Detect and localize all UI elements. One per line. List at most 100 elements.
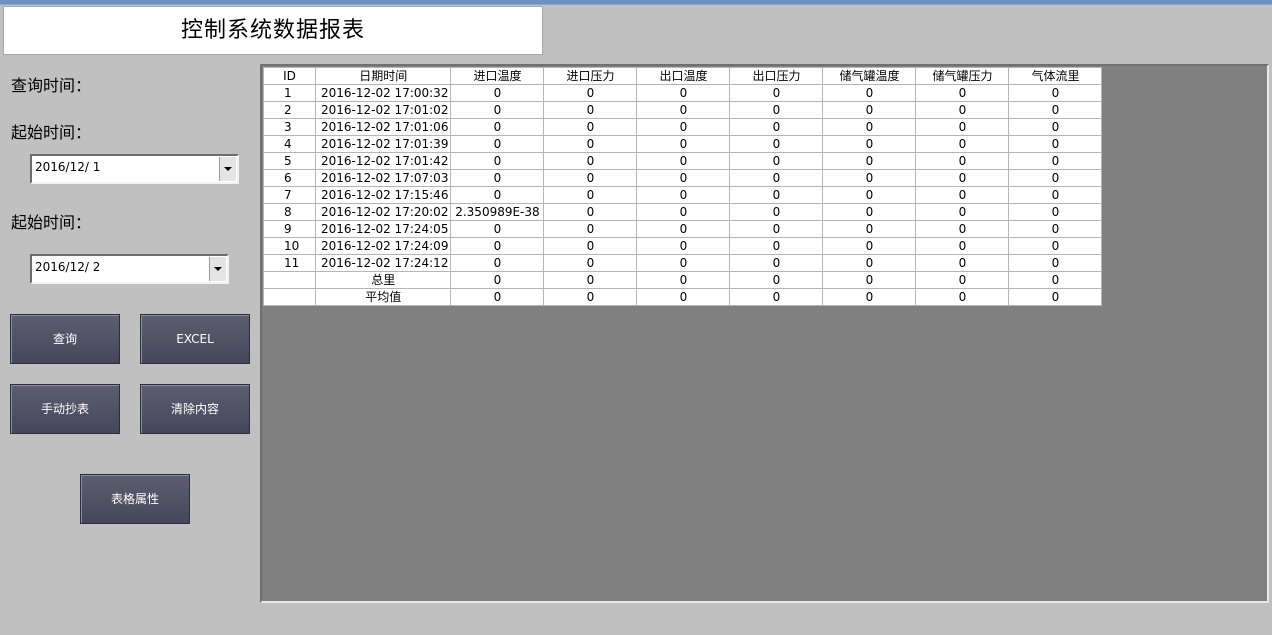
table-cell: 2016-12-02 17:01:06	[314, 118, 452, 136]
table-cell: 0	[543, 152, 638, 170]
table-row[interactable]: 6 2016-12-02 17:07:03 0 0 0 0 0 0 0	[263, 169, 1103, 187]
table-cell: 0	[729, 254, 824, 272]
table-cell: 0	[1008, 118, 1103, 136]
table-cell: 0	[543, 135, 638, 153]
table-properties-button[interactable]: 表格属性	[80, 474, 190, 524]
table-cell: 2016-12-02 17:01:39	[314, 135, 452, 153]
table-cell: 0	[729, 135, 824, 153]
data-table: ID 日期时间 进口温度 进口压力 出口温度 出口压力 储气罐温度 储气罐压力 气体流里 1 20…	[263, 67, 1103, 306]
table-cell: 0	[450, 118, 545, 136]
table-cell: 2016-12-02 17:15:46	[314, 186, 452, 204]
table-cell: 1	[263, 84, 316, 102]
table-cell: 0	[915, 84, 1010, 102]
table-cell: 0	[729, 152, 824, 170]
start-date-picker[interactable]: 2016/12/ 1	[30, 154, 239, 184]
table-row[interactable]: 10 2016-12-02 17:24:09 0 0 0 0 0 0 0	[263, 237, 1103, 255]
table-row[interactable]: 4 2016-12-02 17:01:39 0 0 0 0 0 0 0	[263, 135, 1103, 153]
table-cell: 0	[729, 237, 824, 255]
table-row[interactable]: 平均值 0 0 0 0 0 0 0	[263, 288, 1103, 306]
table-cell: 0	[543, 101, 638, 119]
table-cell: 10	[263, 237, 316, 255]
column-header[interactable]: 出口温度	[636, 67, 731, 85]
table-cell: 0	[915, 169, 1010, 187]
table-cell: 9	[263, 220, 316, 238]
column-header[interactable]: 进口压力	[543, 67, 638, 85]
start-date-value: 2016/12/ 1	[35, 160, 101, 174]
table-cell: 2016-12-02 17:24:12	[314, 254, 452, 272]
table-cell: 4	[263, 135, 316, 153]
column-header[interactable]: ID	[263, 67, 316, 85]
query-button[interactable]: 查询	[10, 314, 120, 364]
clear-content-button[interactable]: 清除内容	[140, 384, 250, 434]
table-cell: 0	[915, 118, 1010, 136]
table-cell: 2016-12-02 17:20:02	[314, 203, 452, 221]
table-cell: 0	[543, 254, 638, 272]
table-cell: 0	[450, 220, 545, 238]
table-cell: 0	[636, 84, 731, 102]
column-header[interactable]: 气体流里	[1008, 67, 1103, 85]
table-cell: 0	[915, 203, 1010, 221]
table-row[interactable]: 2 2016-12-02 17:01:02 0 0 0 0 0 0 0	[263, 101, 1103, 119]
table-cell: 0	[915, 271, 1010, 289]
column-header[interactable]: 进口温度	[450, 67, 545, 85]
table-cell: 0	[636, 135, 731, 153]
table-cell: 0	[450, 135, 545, 153]
table-cell: 0	[822, 84, 917, 102]
table-cell: 0	[1008, 220, 1103, 238]
table-cell: 2016-12-02 17:01:42	[314, 152, 452, 170]
table-row[interactable]: 3 2016-12-02 17:01:06 0 0 0 0 0 0 0	[263, 118, 1103, 136]
table-cell: 2016-12-02 17:00:32	[314, 84, 452, 102]
table-cell: 0	[1008, 203, 1103, 221]
table-cell: 2.350989E-38	[450, 203, 545, 221]
table-cell: 0	[1008, 101, 1103, 119]
end-date-value: 2016/12/ 2	[35, 260, 101, 274]
table-cell: 0	[1008, 271, 1103, 289]
table-cell: 0	[822, 135, 917, 153]
table-cell: 0	[636, 271, 731, 289]
start-time-label: 起始时间：	[11, 123, 92, 142]
table-cell: 平均值	[314, 288, 452, 306]
column-header[interactable]: 储气罐温度	[822, 67, 917, 85]
table-cell: 0	[729, 169, 824, 187]
table-cell: 0	[450, 288, 545, 306]
table-row[interactable]: 5 2016-12-02 17:01:42 0 0 0 0 0 0 0	[263, 152, 1103, 170]
table-row[interactable]: 9 2016-12-02 17:24:05 0 0 0 0 0 0 0	[263, 220, 1103, 238]
query-time-label: 查询时间：	[11, 76, 92, 95]
table-cell: 0	[636, 186, 731, 204]
table-cell: 2016-12-02 17:24:05	[314, 220, 452, 238]
chevron-down-icon[interactable]	[209, 257, 226, 281]
table-row[interactable]: 7 2016-12-02 17:15:46 0 0 0 0 0 0 0	[263, 186, 1103, 204]
table-cell: 0	[915, 288, 1010, 306]
table-row[interactable]: 1 2016-12-02 17:00:32 0 0 0 0 0 0 0	[263, 84, 1103, 102]
table-cell: 0	[729, 186, 824, 204]
manual-reading-button[interactable]: 手动抄表	[10, 384, 120, 434]
table-cell: 0	[822, 118, 917, 136]
table-cell: 8	[263, 203, 316, 221]
table-cell: 0	[822, 203, 917, 221]
table-cell: 0	[915, 152, 1010, 170]
table-cell: 0	[1008, 237, 1103, 255]
column-header[interactable]: 出口压力	[729, 67, 824, 85]
table-cell: 0	[543, 84, 638, 102]
end-date-picker[interactable]: 2016/12/ 2	[30, 254, 229, 284]
table-cell: 0	[915, 237, 1010, 255]
page-title: 控制系统数据报表	[3, 6, 543, 55]
column-header[interactable]: 储气罐压力	[915, 67, 1010, 85]
table-cell: 0	[915, 186, 1010, 204]
table-row[interactable]: 总里 0 0 0 0 0 0 0	[263, 271, 1103, 289]
table-cell: 7	[263, 186, 316, 204]
table-cell: 0	[729, 288, 824, 306]
table-row[interactable]: 11 2016-12-02 17:24:12 0 0 0 0 0 0 0	[263, 254, 1103, 272]
table-cell: 0	[729, 220, 824, 238]
excel-button[interactable]: EXCEL	[140, 314, 250, 364]
table-cell: 0	[543, 203, 638, 221]
table-row[interactable]: 8 2016-12-02 17:20:02 2.350989E-38 0 0 0 0 0 0	[263, 203, 1103, 221]
chevron-down-icon[interactable]	[219, 157, 236, 181]
column-header[interactable]: 日期时间	[314, 67, 452, 85]
table-cell: 0	[822, 271, 917, 289]
table-cell: 0	[450, 271, 545, 289]
data-grid-area[interactable]: ID 日期时间 进口温度 进口压力 出口温度 出口压力 储气罐温度 储气罐压力 气体流里 1 20…	[260, 64, 1269, 603]
table-cell: 0	[636, 169, 731, 187]
table-cell: 0	[543, 288, 638, 306]
table-cell: 0	[543, 271, 638, 289]
